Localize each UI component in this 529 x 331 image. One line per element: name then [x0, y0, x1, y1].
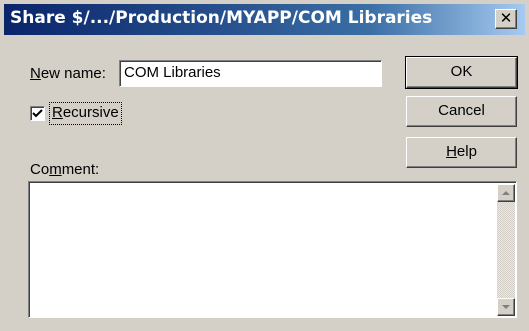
close-icon: ✕ — [499, 9, 513, 27]
new-name-label-accel: N — [30, 65, 41, 82]
scroll-down-button[interactable] — [497, 298, 515, 316]
triangle-up-icon — [502, 191, 510, 195]
comment-label: Comment: — [30, 161, 99, 178]
ok-label: OK — [450, 63, 473, 80]
help-button[interactable]: Help — [406, 137, 517, 168]
comment-label-rest: ment: — [61, 161, 100, 178]
new-name-label-rest: ew name: — [40, 65, 106, 82]
recursive-label-rest: ecursive — [62, 104, 119, 121]
cancel-button[interactable]: Cancel — [406, 96, 517, 127]
new-name-value: COM Libraries — [124, 64, 221, 81]
cancel-label: Cancel — [438, 102, 485, 119]
title-bar[interactable]: Share $/.../Production/MYAPP/COM Librari… — [4, 4, 525, 35]
dialog-title: Share $/.../Production/MYAPP/COM Librari… — [10, 8, 433, 28]
comment-scrollbar[interactable] — [497, 184, 515, 316]
scroll-up-button[interactable] — [497, 184, 515, 202]
comment-textarea[interactable] — [28, 181, 517, 318]
new-name-input[interactable]: COM Libraries — [119, 60, 382, 87]
comment-label-accel: m — [49, 161, 62, 178]
ok-button[interactable]: OK — [405, 56, 518, 89]
recursive-checkbox[interactable] — [30, 106, 45, 121]
help-label-rest: elp — [456, 143, 477, 160]
checkmark-icon — [32, 109, 43, 118]
new-name-label: New name: — [30, 65, 106, 82]
recursive-label[interactable]: Recursive — [49, 102, 122, 125]
share-dialog: Share $/.../Production/MYAPP/COM Librari… — [0, 0, 529, 331]
help-label-accel: H — [446, 143, 457, 160]
recursive-label-accel: R — [52, 104, 63, 121]
triangle-down-icon — [502, 305, 510, 309]
comment-label-start: Co — [30, 161, 50, 178]
close-button[interactable]: ✕ — [495, 9, 517, 29]
